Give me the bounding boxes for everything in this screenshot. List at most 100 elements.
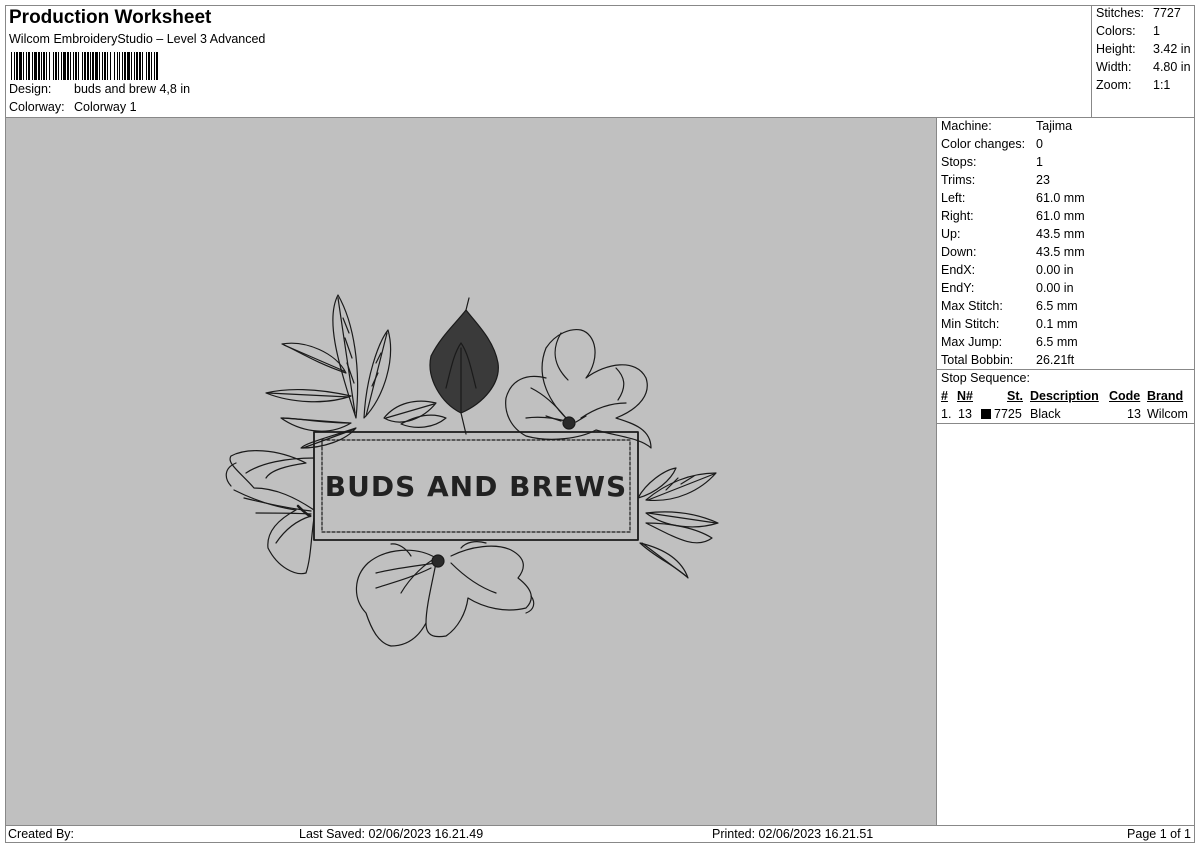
height-row: Height: 3.42 in (1096, 42, 1191, 56)
barcode-bar (156, 52, 158, 80)
detail-row: Down: 43.5 mm (941, 245, 1085, 259)
barcode-bar (63, 52, 66, 80)
design-row: Design: buds and brew 4,8 in (9, 82, 190, 96)
zoom-value: 1:1 (1153, 78, 1171, 92)
stop-sequence-brand: Wilcom (1147, 407, 1188, 421)
height-value: 3.42 in (1153, 42, 1191, 56)
colors-label: Colors: (1096, 24, 1136, 38)
page-title: Production Worksheet (9, 7, 212, 28)
stop-sequence-header: # (941, 389, 948, 403)
detail-value: 61.0 mm (1036, 191, 1085, 205)
barcode-bar (26, 52, 27, 80)
stitches-label: Stitches: (1096, 6, 1144, 20)
design-label: Design: (9, 82, 52, 96)
width-value: 4.80 in (1153, 60, 1191, 74)
detail-label: Left: (941, 191, 966, 205)
section-divider (937, 423, 1195, 424)
detail-label: Color changes: (941, 137, 1026, 151)
barcode-bar (43, 52, 45, 80)
barcode-bar (148, 52, 150, 80)
barcode-bar (134, 52, 135, 80)
barcode-bar (46, 52, 47, 80)
zoom-label: Zoom: (1096, 78, 1132, 92)
barcode-bar (11, 52, 12, 80)
detail-row: EndY: 0.00 in (941, 281, 1074, 295)
barcode-bar (14, 52, 15, 80)
thread-color-swatch (981, 409, 991, 419)
barcode-bar (16, 52, 18, 80)
detail-label: Max Stitch: (941, 299, 1003, 313)
barcode-bar (131, 52, 132, 80)
barcode-bar (49, 52, 50, 80)
barcode-bar (151, 52, 152, 80)
right-leaf-sprig (637, 467, 719, 579)
stop-sequence-header: Code (1109, 389, 1141, 403)
stop-sequence-description: Black (1030, 407, 1061, 421)
barcode-bar (119, 52, 120, 80)
barcode-bar (110, 52, 111, 80)
section-divider (937, 369, 1195, 370)
created-by: Created By: (8, 827, 75, 841)
detail-value: 0.00 in (1036, 263, 1074, 277)
stop-sequence-header: Description (1030, 389, 1099, 403)
barcode-bar (58, 52, 59, 80)
barcode-bar (32, 52, 33, 80)
top-right-flower (505, 328, 652, 449)
barcode-bar (41, 52, 42, 80)
colors-value: 1 (1153, 24, 1160, 38)
stop-sequence-title: Stop Sequence: (941, 371, 1030, 385)
flower-bud (429, 297, 499, 435)
barcode-bar (122, 52, 123, 80)
detail-label: Right: (941, 209, 974, 223)
detail-value: 0.1 mm (1036, 317, 1078, 331)
detail-label: Total Bobbin: (941, 353, 1014, 367)
worksheet-header: Production Worksheet Wilcom EmbroiderySt… (5, 5, 1092, 118)
barcode-bar (67, 52, 69, 80)
stop-sequence-needle: 13 (958, 407, 972, 421)
detail-row: Stops: 1 (941, 155, 1043, 169)
barcode-bar (124, 52, 126, 80)
left-leaf-sprig (265, 294, 447, 449)
barcode-image (11, 52, 158, 80)
height-label: Height: (1096, 42, 1136, 56)
stop-sequence-stitches: 7725 (994, 407, 1022, 421)
design-text: BUDS AND BREWS (325, 470, 627, 503)
detail-value: 43.5 mm (1036, 227, 1085, 241)
detail-value: Tajima (1036, 119, 1073, 133)
colorway-row: Colorway: Colorway 1 (9, 100, 137, 114)
last-saved: Last Saved: 02/06/2023 16.21.49 (299, 827, 484, 841)
barcode-bar (104, 52, 106, 80)
barcode-bar (82, 52, 83, 80)
barcode-bar (75, 52, 77, 80)
summary-panel: Stitches: 7727 Colors: 1 Height: 3.42 in Wi… (1091, 5, 1196, 118)
barcode-bar (90, 52, 91, 80)
detail-value: 6.5 mm (1036, 335, 1078, 349)
left-flower (225, 450, 315, 575)
barcode-bar (23, 52, 24, 80)
detail-value: 26.21ft (1036, 353, 1075, 367)
barcode-bar (114, 52, 115, 80)
detail-label: EndX: (941, 263, 976, 277)
width-label: Width: (1096, 60, 1132, 74)
barcode-bar (78, 52, 79, 80)
detail-value: 1 (1036, 155, 1043, 169)
detail-row: EndX: 0.00 in (941, 263, 1074, 277)
colorway-value: Colorway 1 (74, 100, 137, 114)
barcode-bar (142, 52, 143, 80)
stitches-value: 7727 (1153, 6, 1181, 20)
embroidery-design: BUDS AND BREWS (225, 294, 719, 647)
barcode-bar (136, 52, 138, 80)
detail-row: Trims: 23 (941, 173, 1050, 187)
barcode-bar (38, 52, 40, 80)
barcode-bar (154, 52, 155, 80)
barcode-bar (61, 52, 62, 80)
barcode-bar (107, 52, 108, 80)
colorway-label: Colorway: (9, 100, 65, 114)
barcode-bar (84, 52, 86, 80)
detail-value: 0.00 in (1036, 281, 1074, 295)
barcode-bar (146, 52, 147, 80)
details-panel: Machine: Tajima Color changes: 0 Stops: 1 Trim… (936, 118, 1195, 825)
detail-value: 6.5 mm (1036, 299, 1078, 313)
detail-row: Min Stitch: 0.1 mm (941, 317, 1078, 331)
barcode-bar (53, 52, 54, 80)
